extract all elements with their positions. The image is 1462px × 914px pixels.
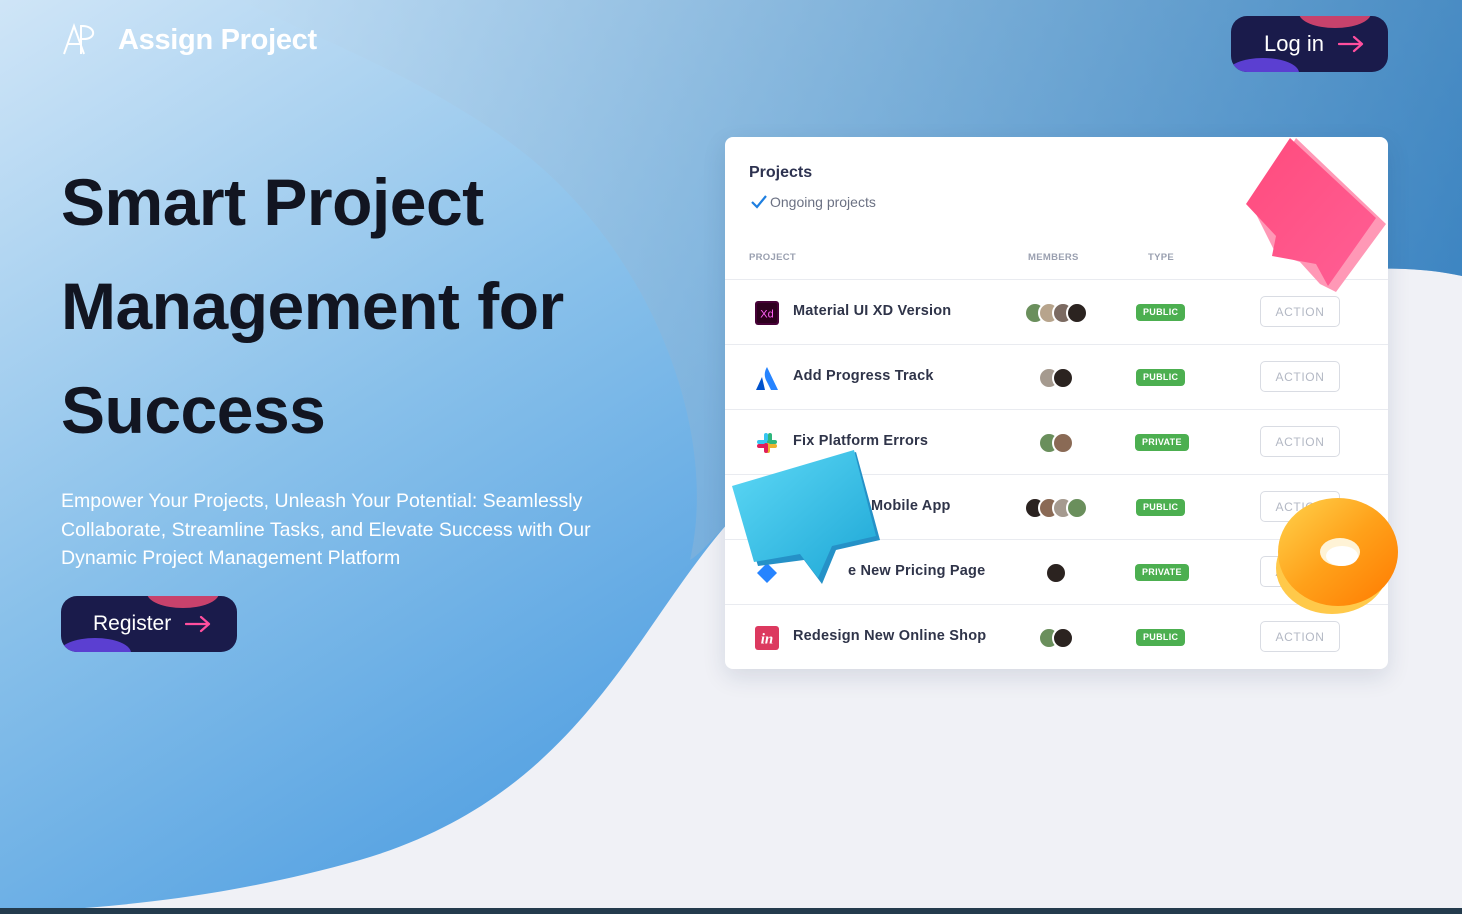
invision-icon: in: [754, 625, 780, 651]
status-badge: PRIVATE: [1135, 434, 1189, 451]
pink-speech-bubble-decoration: [1246, 138, 1386, 292]
login-button[interactable]: Log in: [1231, 16, 1388, 72]
register-button[interactable]: Register: [61, 596, 237, 652]
button-decoration: [1299, 16, 1371, 28]
project-name: Add Progress Track: [793, 368, 934, 384]
login-label: Log in: [1264, 31, 1324, 56]
action-button[interactable]: ACTION: [1260, 426, 1340, 457]
atlassian-icon: [754, 365, 780, 391]
status-badge: PUBLIC: [1136, 499, 1186, 516]
hero-title: Smart Project Management for Success: [61, 165, 564, 447]
project-name: Redesign New Online Shop: [793, 628, 987, 644]
card-subtitle-text: Ongoing projects: [770, 194, 876, 210]
arrow-right-icon: [1337, 35, 1364, 53]
column-header-type: TYPE: [1148, 252, 1175, 263]
action-button[interactable]: ACTION: [1260, 361, 1340, 392]
card-subtitle: Ongoing projects: [751, 194, 876, 210]
avatar: [1066, 497, 1088, 519]
orange-ring-decoration: [1276, 498, 1398, 614]
status-badge: PUBLIC: [1136, 629, 1186, 646]
button-decoration: [1231, 58, 1299, 72]
avatar: [1052, 432, 1074, 454]
status-badge: PUBLIC: [1136, 304, 1186, 321]
status-badge: PUBLIC: [1136, 369, 1186, 386]
column-header-members: MEMBERS: [1028, 252, 1079, 263]
blue-speech-bubble-decoration: [732, 450, 880, 584]
brand[interactable]: Assign Project: [62, 22, 317, 58]
status-badge: PRIVATE: [1135, 564, 1189, 581]
svg-text:Xd: Xd: [760, 309, 773, 321]
project-name: Material UI XD Version: [793, 303, 952, 319]
avatar: [1052, 627, 1074, 649]
avatar: [1045, 562, 1067, 584]
table-row[interactable]: Add Progress Track PUBLIC ACTION: [725, 344, 1388, 410]
register-label: Register: [93, 612, 172, 635]
check-icon: [751, 195, 767, 209]
card-title: Projects: [749, 164, 813, 181]
button-decoration: [147, 596, 219, 608]
avatar: [1052, 367, 1074, 389]
xd-icon: Xd: [754, 300, 780, 326]
project-name: Fix Platform Errors: [793, 433, 929, 449]
action-button[interactable]: ACTION: [1260, 621, 1340, 652]
column-header-project: PROJECT: [749, 252, 796, 263]
svg-text:in: in: [761, 632, 774, 648]
avatar: [1066, 302, 1088, 324]
arrow-right-icon: [185, 615, 211, 633]
brand-name: Assign Project: [118, 23, 317, 56]
hero-subtitle: Empower Your Projects, Unleash Your Pote…: [61, 490, 591, 569]
button-decoration: [61, 638, 131, 652]
brand-logo-icon: [63, 23, 95, 55]
